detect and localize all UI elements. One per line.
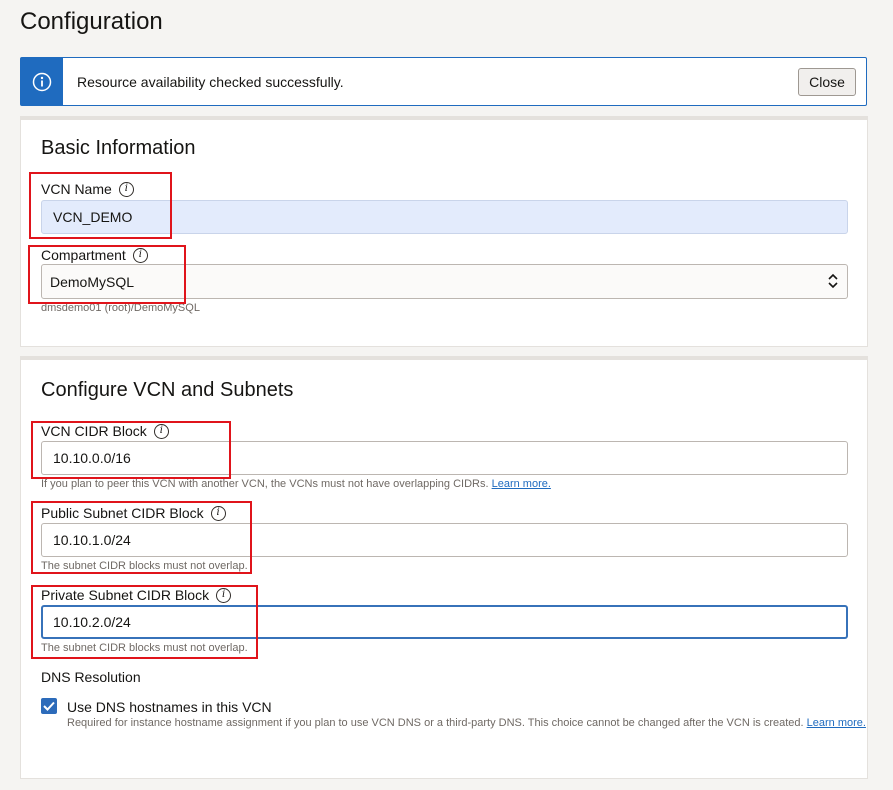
- learn-more-link[interactable]: Learn more.: [807, 717, 866, 729]
- info-icon[interactable]: i: [210, 505, 226, 521]
- private-subnet-input[interactable]: [41, 605, 848, 639]
- vcn-subnets-section: Configure VCN and Subnets VCN CIDR Block…: [20, 359, 868, 779]
- vcn-cidr-help: If you plan to peer this VCN with anothe…: [41, 478, 551, 490]
- private-subnet-label: Private Subnet CIDR Block i: [41, 587, 232, 603]
- private-subnet-label-text: Private Subnet CIDR Block: [41, 587, 210, 603]
- vcn-cidr-help-text: If you plan to peer this VCN with anothe…: [41, 478, 489, 490]
- public-subnet-label: Public Subnet CIDR Block i: [41, 505, 226, 521]
- info-icon: [32, 72, 52, 91]
- dns-resolution-heading: DNS Resolution: [41, 669, 141, 685]
- compartment-label: Compartment i: [41, 247, 148, 263]
- info-banner: Resource availability checked successful…: [20, 57, 867, 106]
- dns-help: Required for instance hostname assignmen…: [67, 717, 866, 729]
- basic-information-section: Basic Information VCN Name i Compartment…: [20, 119, 868, 347]
- compartment-selected-value: DemoMySQL: [50, 273, 135, 290]
- vcn-name-input[interactable]: [41, 200, 848, 234]
- private-subnet-help: The subnet CIDR blocks must not overlap.: [41, 642, 248, 654]
- close-button[interactable]: Close: [798, 68, 856, 96]
- section-title-basic: Basic Information: [41, 137, 196, 159]
- learn-more-link[interactable]: Learn more.: [492, 478, 551, 490]
- vcn-name-label-text: VCN Name: [41, 181, 112, 197]
- dns-hostnames-checkbox[interactable]: [41, 698, 57, 714]
- checkmark-icon: [43, 701, 55, 711]
- dns-hostnames-label[interactable]: Use DNS hostnames in this VCN: [67, 699, 272, 715]
- dns-help-text: Required for instance hostname assignmen…: [67, 717, 804, 729]
- info-icon[interactable]: i: [216, 587, 232, 603]
- banner-icon-area: [21, 58, 63, 105]
- vcn-cidr-input[interactable]: [41, 441, 848, 475]
- chevron-up-down-icon: [828, 273, 838, 289]
- info-icon[interactable]: i: [153, 423, 169, 439]
- page-title: Configuration: [20, 8, 163, 35]
- public-subnet-label-text: Public Subnet CIDR Block: [41, 505, 204, 521]
- vcn-cidr-label-text: VCN CIDR Block: [41, 423, 147, 439]
- vcn-cidr-label: VCN CIDR Block i: [41, 423, 169, 439]
- info-icon[interactable]: i: [132, 247, 148, 263]
- section-title-subnets: Configure VCN and Subnets: [41, 379, 294, 401]
- compartment-select[interactable]: DemoMySQL: [41, 264, 848, 299]
- compartment-label-text: Compartment: [41, 247, 126, 263]
- banner-message: Resource availability checked successful…: [77, 74, 344, 90]
- info-icon[interactable]: i: [118, 181, 134, 197]
- public-subnet-help: The subnet CIDR blocks must not overlap.: [41, 560, 248, 572]
- vcn-name-label: VCN Name i: [41, 181, 134, 197]
- compartment-path: dmsdemo01 (root)/DemoMySQL: [41, 302, 200, 314]
- public-subnet-input[interactable]: [41, 523, 848, 557]
